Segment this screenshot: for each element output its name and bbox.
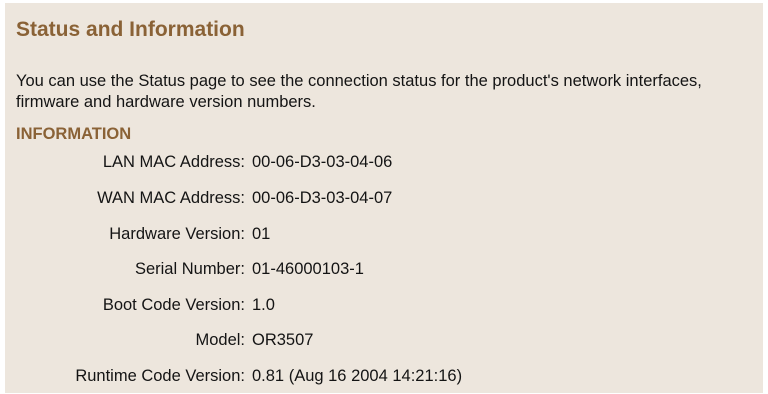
information-heading: INFORMATION — [16, 125, 132, 143]
info-row-model: Model: OR3507 — [5, 329, 763, 351]
page-description: You can use the Status page to see the c… — [16, 72, 702, 111]
info-label: Runtime Code Version: — [75, 367, 245, 385]
info-label: Model: — [195, 331, 245, 349]
info-label: Boot Code Version: — [102, 296, 245, 314]
info-label: Hardware Version: — [109, 225, 245, 243]
info-value: 01-46000103-1 — [252, 260, 364, 278]
info-row-boot-code-version: Boot Code Version: 1.0 — [5, 294, 763, 316]
info-value: 0.81 (Aug 16 2004 14:21:16) — [252, 367, 463, 385]
info-row-hardware-version: Hardware Version: 01 — [5, 223, 763, 245]
info-label: LAN MAC Address: — [102, 153, 245, 171]
info-row-serial-number: Serial Number: 01-46000103-1 — [5, 258, 763, 280]
info-row-runtime-code-version: Runtime Code Version: 0.81 (Aug 16 2004 … — [5, 365, 763, 387]
info-value: 00-06-D3-03-04-06 — [252, 153, 393, 171]
info-label: WAN MAC Address: — [97, 189, 245, 207]
info-value: 00-06-D3-03-04-07 — [252, 189, 393, 207]
info-value: OR3507 — [252, 331, 314, 349]
info-value: 1.0 — [252, 296, 275, 314]
status-panel: Status and Information You can use the S… — [5, 3, 763, 393]
info-label: Serial Number: — [134, 260, 245, 278]
info-row-wan-mac-address: WAN MAC Address: 00-06-D3-03-04-07 — [5, 187, 763, 209]
info-value: 01 — [252, 225, 271, 243]
info-row-lan-mac-address: LAN MAC Address: 00-06-D3-03-04-06 — [5, 151, 763, 173]
page-title: Status and Information — [16, 18, 245, 41]
